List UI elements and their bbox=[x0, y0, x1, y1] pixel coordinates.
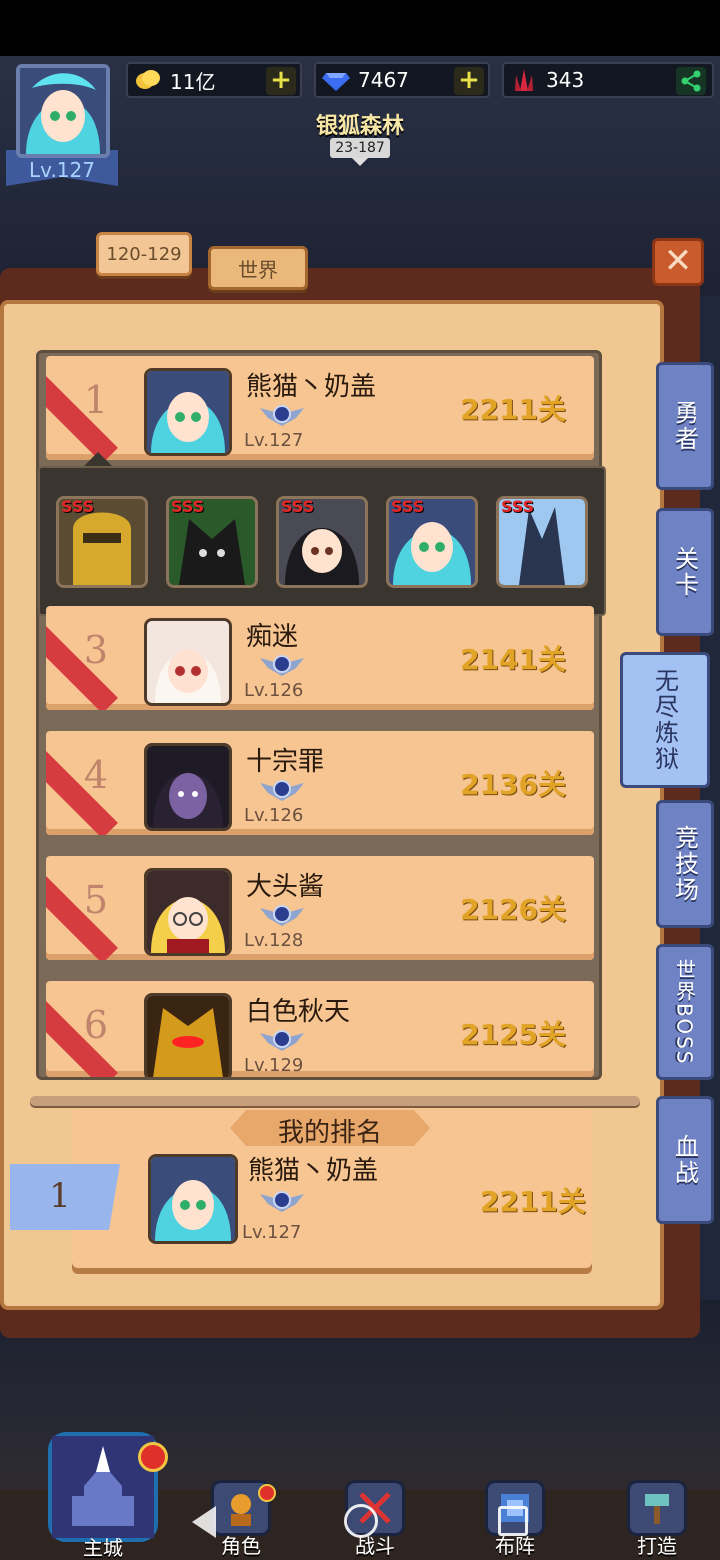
rank-number: 4 bbox=[83, 753, 109, 797]
stage-score: 2126关 bbox=[460, 893, 566, 926]
rank-badge-icon bbox=[260, 655, 304, 676]
player-avatar[interactable]: Lv.127 bbox=[6, 58, 118, 186]
rank-number: 6 bbox=[83, 1003, 109, 1047]
grade-label: SSS bbox=[281, 497, 315, 516]
player-portrait bbox=[144, 618, 232, 706]
player-name: 痴迷 bbox=[246, 622, 299, 652]
crystal-amount: 343 bbox=[546, 68, 585, 92]
side-tab-label: 世界BOSS bbox=[672, 958, 697, 1066]
stage-code: 23-187 bbox=[330, 138, 390, 158]
stage-score: 2136关 bbox=[460, 768, 566, 801]
player-level: Lv.127 bbox=[29, 158, 95, 182]
popup-pointer bbox=[84, 452, 112, 466]
player-level-label: Lv.126 bbox=[244, 805, 304, 826]
grade-label: SSS bbox=[391, 497, 425, 516]
hammer-icon bbox=[627, 1480, 687, 1536]
my-ranking-title: 我的排名 bbox=[277, 1118, 382, 1148]
ranking-row[interactable]: 6 白色秋天 Lv.129 2125关 bbox=[46, 981, 594, 1077]
stage-score: 2125关 bbox=[460, 1018, 566, 1051]
rank-badge-icon bbox=[260, 1030, 304, 1051]
player-level-label: Lv.126 bbox=[244, 680, 304, 701]
my-rank-number: 1 bbox=[49, 1176, 71, 1216]
my-player-level: Lv.127 bbox=[242, 1222, 302, 1243]
side-tab-blood-battle[interactable]: 血战 bbox=[656, 1096, 714, 1224]
close-button[interactable]: ✕ bbox=[652, 238, 704, 286]
tab-level-range[interactable]: 120-129 bbox=[96, 232, 192, 276]
rank-badge-icon bbox=[260, 1191, 304, 1212]
player-level-label: Lv.127 bbox=[244, 430, 304, 451]
notification-dot bbox=[258, 1484, 276, 1502]
rank-number: 3 bbox=[83, 628, 109, 672]
tab-world[interactable]: 世界 bbox=[208, 246, 308, 290]
stage-score: 2141关 bbox=[460, 643, 566, 676]
red-crystal-icon bbox=[510, 66, 538, 94]
side-tab-label: 勇者 bbox=[670, 400, 699, 452]
gold-coin-icon bbox=[134, 66, 162, 94]
player-level-label: Lv.128 bbox=[244, 930, 304, 951]
ranking-row[interactable]: 1 熊猫丶奶盖 Lv.127 2211关 bbox=[46, 356, 594, 460]
grade-label: SSS bbox=[171, 497, 205, 516]
player-name: 熊猫丶奶盖 bbox=[246, 372, 377, 402]
ranking-row[interactable]: 5 大头酱 Lv.128 2126关 bbox=[46, 856, 594, 960]
add-gold-button[interactable]: + bbox=[266, 67, 296, 95]
side-tab-arena[interactable]: 竞技场 bbox=[656, 800, 714, 928]
elf-girl-hero-icon[interactable]: SSS bbox=[386, 496, 478, 588]
stage-score: 2211关 bbox=[460, 393, 566, 426]
ranking-row[interactable]: 3 痴迷 Lv.126 2141关 bbox=[46, 606, 594, 710]
dark-beast-hero-icon[interactable]: SSS bbox=[166, 496, 258, 588]
side-tab-label: 竞技场 bbox=[670, 825, 699, 903]
diamond-counter: 7467 + bbox=[314, 62, 490, 98]
my-player-name: 熊猫丶奶盖 bbox=[248, 1156, 379, 1186]
rank-number: 5 bbox=[83, 878, 109, 922]
nav-label-main-city: 主城 bbox=[83, 1536, 123, 1560]
ranking-row[interactable]: 4 十宗罪 Lv.126 2136关 bbox=[46, 731, 594, 835]
stage-dropdown-arrow-icon[interactable] bbox=[352, 158, 368, 166]
add-diamond-button[interactable]: + bbox=[454, 67, 484, 95]
crystal-counter: 343 bbox=[502, 62, 714, 98]
player-name: 白色秋天 bbox=[246, 997, 351, 1027]
side-tab-label: 关卡 bbox=[670, 546, 699, 598]
grade-label: SSS bbox=[501, 497, 535, 516]
stage-name[interactable]: 银狐森林 bbox=[260, 108, 460, 140]
my-stage-score: 2211关 bbox=[480, 1185, 586, 1218]
rank-badge-icon bbox=[260, 780, 304, 801]
nav-label-forge: 打造 bbox=[637, 1534, 677, 1558]
diamond-icon bbox=[322, 66, 350, 94]
rank-number: 1 bbox=[83, 378, 109, 422]
status-bar bbox=[0, 0, 720, 56]
player-name: 十宗罪 bbox=[246, 747, 325, 777]
side-tab-label: 血战 bbox=[670, 1134, 699, 1186]
player-level-label: Lv.129 bbox=[244, 1055, 304, 1076]
player-name: 大头酱 bbox=[246, 872, 325, 902]
avatar-portrait bbox=[16, 64, 110, 158]
gold-amount: 11亿 bbox=[170, 69, 216, 94]
grade-label: SSS bbox=[61, 497, 95, 516]
player-portrait bbox=[144, 743, 232, 831]
ice-tree-hero-icon[interactable]: SSS bbox=[496, 496, 588, 588]
rank-badge-icon bbox=[260, 405, 304, 426]
side-tab-hero[interactable]: 勇者 bbox=[656, 362, 714, 490]
nav-forge[interactable]: 打造 bbox=[602, 1480, 712, 1560]
system-back-icon[interactable] bbox=[192, 1506, 216, 1538]
player-portrait bbox=[144, 368, 232, 456]
side-tab-endless-inferno[interactable]: 无尽炼狱 bbox=[620, 652, 710, 788]
my-portrait bbox=[148, 1154, 238, 1244]
side-tab-stage[interactable]: 关卡 bbox=[656, 508, 714, 636]
golden-knight-hero-icon[interactable]: SSS bbox=[56, 496, 148, 588]
player-portrait bbox=[144, 868, 232, 956]
notification-dot bbox=[138, 1442, 168, 1472]
share-button[interactable] bbox=[676, 67, 706, 95]
nav-label-battle: 战斗 bbox=[355, 1534, 395, 1558]
black-hair-girl-hero-icon[interactable]: SSS bbox=[276, 496, 368, 588]
share-icon bbox=[681, 70, 701, 92]
player-portrait bbox=[144, 993, 232, 1077]
system-recents-icon[interactable] bbox=[498, 1506, 528, 1536]
side-tab-label: 无尽炼狱 bbox=[650, 668, 679, 772]
divider-rope bbox=[30, 1096, 640, 1106]
system-home-icon[interactable] bbox=[344, 1504, 378, 1538]
gold-counter: 11亿 + bbox=[126, 62, 302, 98]
diamond-amount: 7467 bbox=[358, 68, 409, 92]
rank-badge-icon bbox=[260, 905, 304, 926]
side-tab-world-boss[interactable]: 世界BOSS bbox=[656, 944, 714, 1080]
